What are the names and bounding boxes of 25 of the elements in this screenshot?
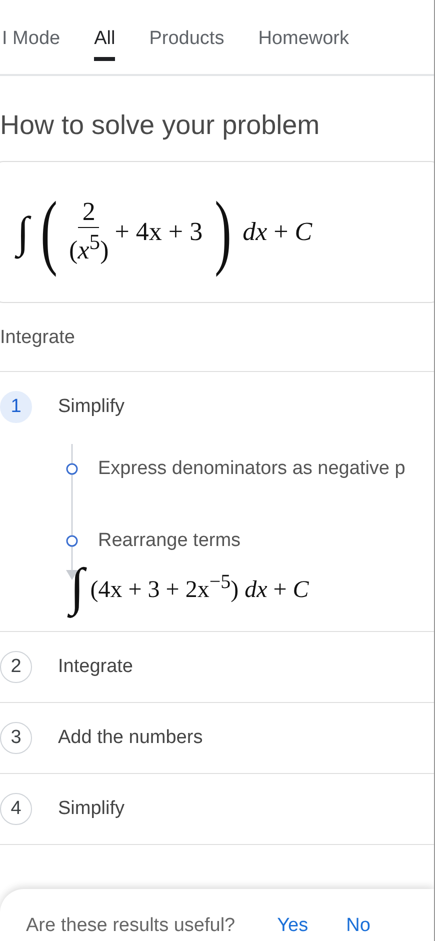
feedback-question: Are these results useful? — [26, 915, 236, 937]
step-number[interactable]: 2 — [0, 651, 32, 683]
integral-sign: ∫ — [17, 206, 30, 258]
tab[interactable]: Products — [149, 28, 224, 61]
tab[interactable]: Homework — [258, 28, 350, 61]
section-heading: How to solve your problem — [0, 110, 321, 141]
yes-button[interactable]: Yes — [277, 915, 308, 937]
substep-text[interactable]: Express denominators as negative p — [98, 458, 406, 480]
math-expression: (4x + 3 + 2x$^{−5}$) dx + C — [90, 571, 309, 604]
denominator: (x$^{5}$) — [69, 229, 109, 268]
method-label: Integrate — [0, 327, 434, 372]
no-button[interactable]: No — [346, 915, 370, 937]
math-terms: + 4x + 3 — [114, 217, 203, 247]
math-terms: dx + C — [242, 217, 312, 247]
numerator: 2 — [78, 196, 100, 228]
tab[interactable]: All — [94, 28, 116, 61]
step-title[interactable]: Integrate — [58, 656, 133, 678]
tab[interactable]: I Mode — [2, 28, 60, 61]
step-title[interactable]: Add the numbers — [58, 727, 203, 749]
substep-text[interactable]: Rearrange terms — [98, 530, 406, 552]
step-title[interactable]: Simplify — [58, 798, 125, 820]
step-number[interactable]: 3 — [0, 722, 32, 754]
step-title[interactable]: Simplify — [58, 396, 125, 418]
step-number[interactable]: 1 — [0, 391, 32, 423]
step-number[interactable]: 4 — [0, 793, 32, 825]
